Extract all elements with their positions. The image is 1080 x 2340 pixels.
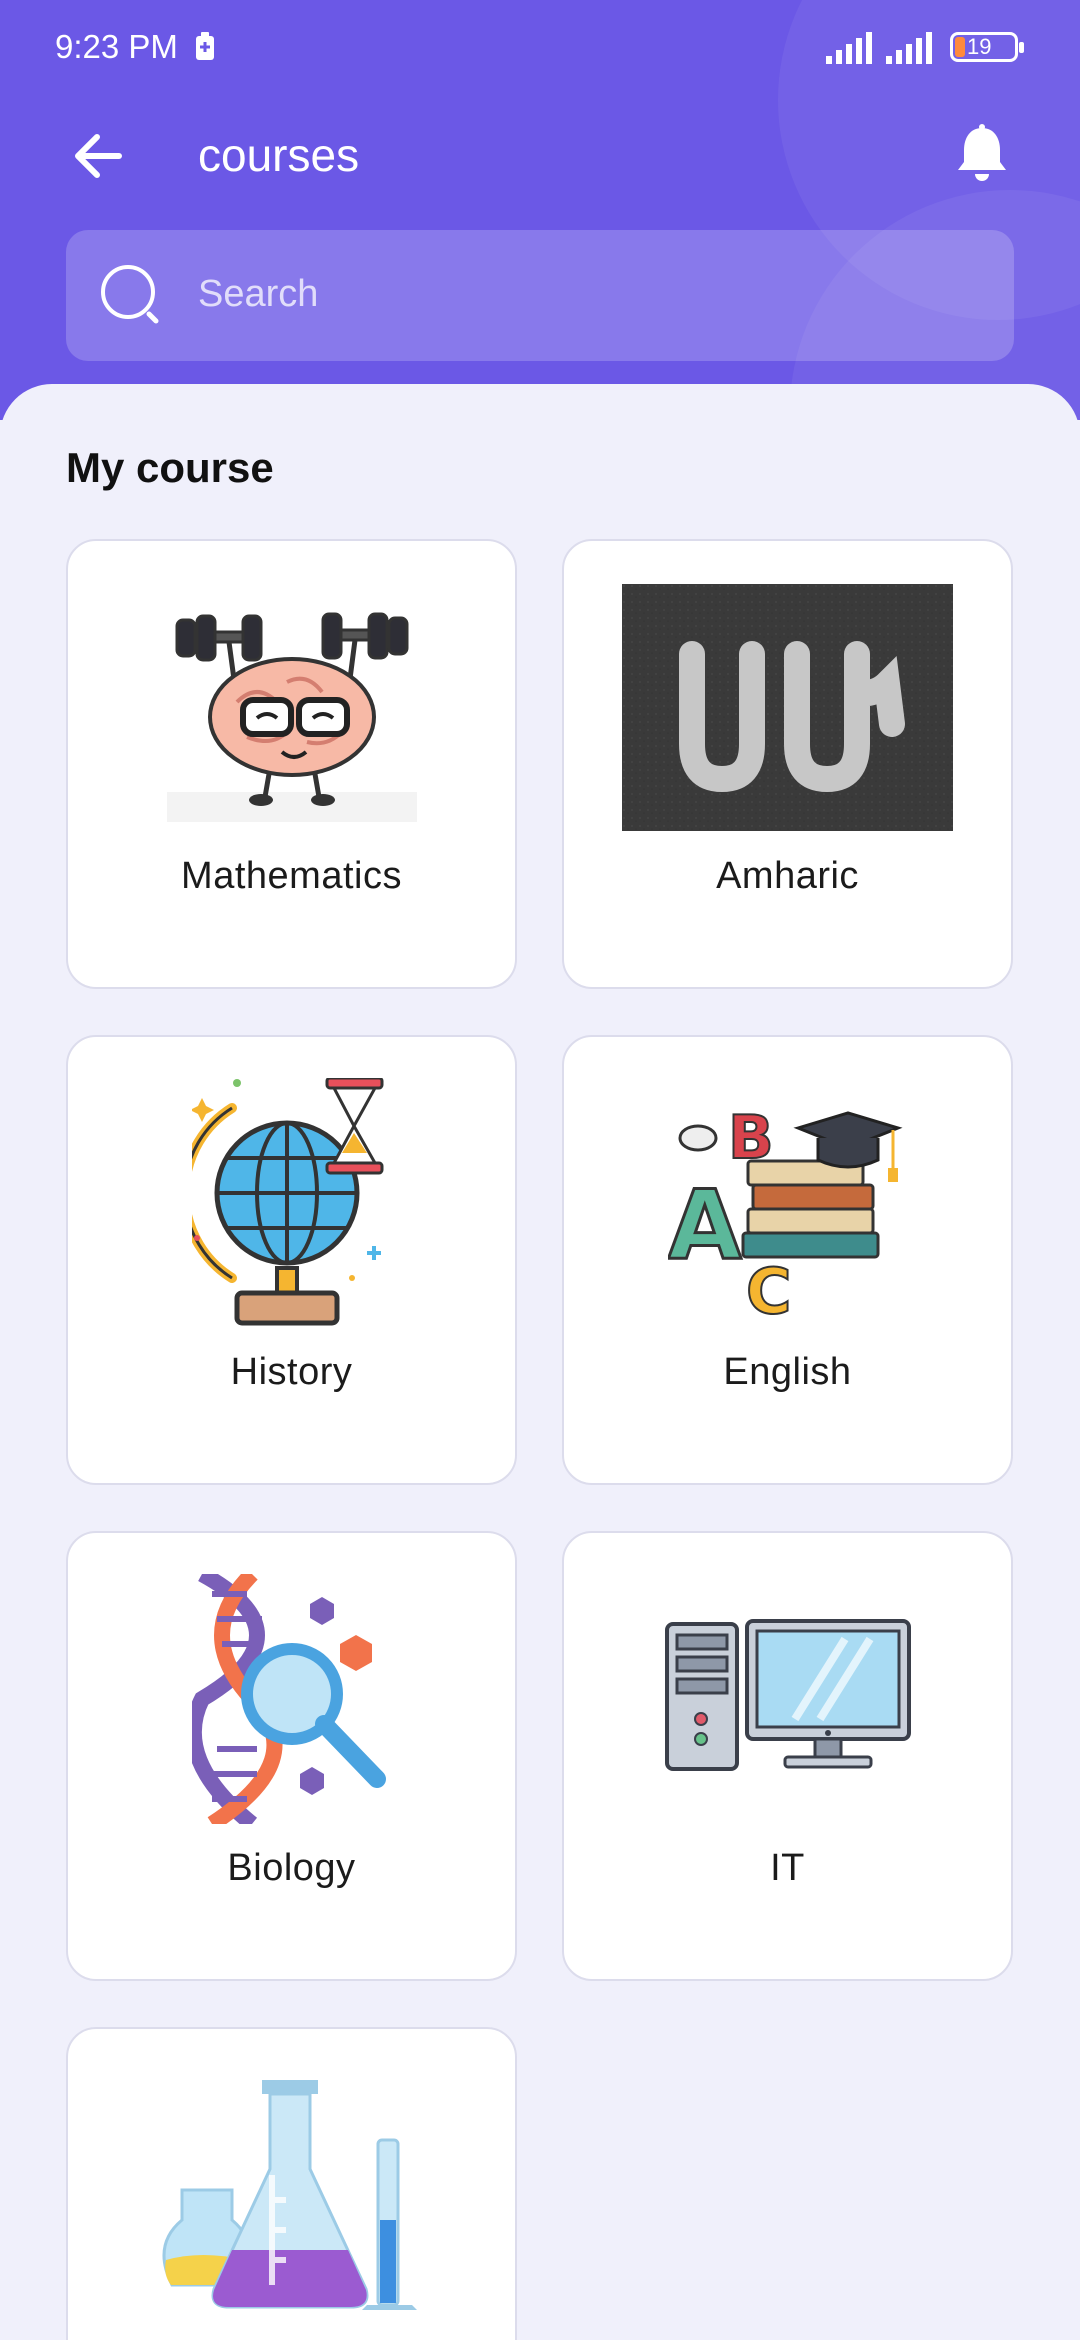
course-card-biology[interactable]: Biology	[66, 1531, 517, 1981]
battery-saver-icon	[196, 32, 214, 60]
dna-magnifier-icon	[68, 1573, 515, 1825]
status-bar: 9:23 PM 19	[0, 0, 1080, 96]
course-card-mathematics[interactable]: Mathematics	[66, 539, 517, 989]
battery-icon: 19	[950, 32, 1024, 62]
course-card-english[interactable]: B A C English	[562, 1035, 1013, 1485]
back-button[interactable]	[60, 118, 136, 194]
battery-fill	[955, 37, 965, 57]
toolbar: courses	[0, 110, 1080, 200]
search-icon	[101, 265, 159, 324]
status-time: 9:23 PM	[55, 28, 178, 65]
header: 9:23 PM 19 courses Search	[0, 0, 1080, 420]
brain-lifting-weights-icon	[68, 581, 515, 833]
battery-level: 19	[967, 34, 992, 59]
bell-icon	[958, 124, 1006, 181]
signal-icon	[886, 32, 932, 64]
globe-hourglass-icon	[68, 1077, 515, 1329]
course-card-it[interactable]: IT	[562, 1531, 1013, 1981]
amharic-letters-chalkboard-icon	[564, 581, 1011, 833]
chemistry-flasks-icon	[68, 2069, 515, 2321]
course-label: Amharic	[716, 855, 859, 897]
course-card-history[interactable]: History	[66, 1035, 517, 1485]
search-input[interactable]: Search	[198, 273, 318, 316]
arrow-left-icon	[75, 134, 122, 178]
signal-icon	[826, 32, 872, 64]
course-card-amharic[interactable]: Amharic	[562, 539, 1013, 989]
section-title: My course	[66, 444, 274, 491]
svg-text:C: C	[746, 1255, 792, 1318]
page-title: courses	[198, 129, 360, 181]
course-card-chemistry[interactable]	[66, 2027, 517, 2340]
course-label: Mathematics	[181, 855, 402, 897]
desktop-computer-icon	[564, 1573, 1011, 1825]
abc-books-graduation-cap-icon: B A C	[564, 1077, 1011, 1329]
course-label: English	[723, 1351, 852, 1393]
svg-text:A: A	[668, 1171, 742, 1281]
course-label: History	[230, 1351, 353, 1393]
course-label: IT	[770, 1847, 805, 1889]
search-bar[interactable]: Search	[66, 230, 1014, 361]
notifications-button[interactable]	[944, 116, 1020, 192]
course-label: Biology	[227, 1847, 356, 1889]
